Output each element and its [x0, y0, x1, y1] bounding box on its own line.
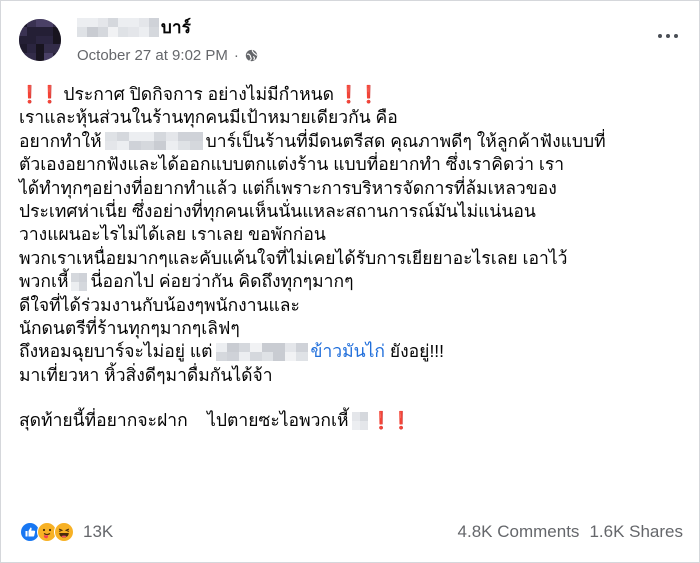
post-stats: 4.8K Comments 1.6K Shares	[458, 522, 683, 542]
post-line: สุดท้ายนี้ที่อยากจะฝาก ไปตายซะไอพวกเหี้ …	[19, 409, 689, 432]
poster-name[interactable]: บาร์	[77, 15, 191, 39]
post-timestamp[interactable]: October 27 at 9:02 PM	[77, 47, 228, 64]
post-footer: 13K 4.8K Comments 1.6K Shares	[19, 517, 683, 547]
post-line: เราและหุ้นส่วนในร้านทุกคนมีเป้าหมายเดียว…	[19, 106, 689, 129]
exclamation-icon: ❗❗	[337, 85, 379, 104]
post-line-text: เราและหุ้นส่วนในร้านทุกคนมีเป้าหมายเดียว…	[19, 107, 398, 128]
more-options-dot	[666, 34, 670, 38]
post-line: อยากทำให้ บาร์เป็นร้านที่มีดนตรีสด คุณภา…	[19, 130, 689, 153]
post-line: ได้ทำทุกๆอย่างที่อยากทำแล้ว แต่ก็เพราะกา…	[19, 177, 689, 200]
post-line-text: มาเที่ยวหา หิ้วสิ่งดีๆมาดื่มกันได้จ้า	[19, 364, 273, 385]
post-line-text: นี่ออกไป ค่อยว่ากัน คิดถึงทุกๆมากๆ	[90, 271, 354, 292]
more-options-button[interactable]	[651, 23, 685, 49]
post-line-text: ได้ทำทุกๆอย่างที่อยากทำแล้ว แต่ก็เพราะกา…	[19, 177, 557, 198]
reaction-count[interactable]: 13K	[83, 522, 113, 542]
post-line-text: ประเทศห่าเนี่ย ซึ่งอย่างที่ทุกคนเห็นนั่น…	[19, 200, 536, 221]
post-line-text: ถึงหอมฉุยบาร์จะไม่อยู่ แต่	[19, 341, 213, 362]
redacted-mosaic	[71, 272, 88, 291]
poster-name-text[interactable]: บาร์	[161, 14, 191, 41]
facebook-post-card: บาร์ October 27 at 9:02 PM · ❗❗ ประกาศ ป…	[0, 0, 700, 563]
redacted-mosaic	[104, 132, 203, 151]
post-line-text: ดีใจที่ได้ร่วมงานกับน้องๆพนักงานและ	[19, 294, 300, 315]
post-line: พวกเหี้ นี่ออกไป ค่อยว่ากัน คิดถึงทุกๆมา…	[19, 270, 689, 293]
post-line: ถึงหอมฉุยบาร์จะไม่อยู่ แต่ ข้าวมันไก่ ยั…	[19, 340, 689, 363]
post-line: ประเทศห่าเนี่ย ซึ่งอย่างที่ทุกคนเห็นนั่น…	[19, 200, 689, 223]
post-body: ❗❗ ประกาศ ปิดกิจการ อย่างไม่มีกำหนด ❗❗ เ…	[19, 83, 689, 432]
mention-link[interactable]: ข้าวมันไก่	[311, 340, 386, 363]
meta-separator: ·	[233, 46, 239, 64]
post-line: นักดนตรีที่ร้านทุกๆมากๆเลิฟๆ	[19, 317, 689, 340]
exclamation-icon: ❗❗	[370, 411, 412, 431]
comments-count[interactable]: 4.8K Comments	[458, 522, 580, 542]
more-options-dot	[674, 34, 678, 38]
post-header: บาร์ October 27 at 9:02 PM ·	[1, 1, 700, 71]
redacted-mosaic	[215, 342, 308, 361]
avatar[interactable]	[19, 19, 61, 61]
post-line: ดีใจที่ได้ร่วมงานกับน้องๆพนักงานและ	[19, 294, 689, 317]
post-line: วางแผนอะไรไม่ได้เลย เราเลย ขอพักก่อน	[19, 223, 689, 246]
post-line: มาเที่ยวหา หิ้วสิ่งดีๆมาดื่มกันได้จ้า	[19, 364, 689, 387]
redacted-name-mosaic	[77, 17, 159, 37]
post-line: พวกเราเหนื่อยมากๆและคับแค้นใจที่ไม่เคยได…	[19, 247, 689, 270]
shares-count[interactable]: 1.6K Shares	[589, 522, 683, 542]
post-line: ตัวเองอยากฟังและได้ออกแบบตกแต่งร้าน แบบท…	[19, 153, 689, 176]
globe-icon[interactable]	[245, 49, 258, 62]
post-line-text: บาร์เป็นร้านที่มีดนตรีสด คุณภาพดีๆ ให้ลู…	[205, 130, 606, 151]
more-options-dot	[658, 34, 662, 38]
post-line-text: อยากทำให้	[19, 130, 102, 151]
post-line-text: พวกเหี้	[19, 271, 69, 292]
haha-icon	[54, 522, 74, 542]
post-line-text: นักดนตรีที่ร้านทุกๆมากๆเลิฟๆ	[19, 317, 240, 338]
reactions-summary[interactable]: 13K	[19, 521, 113, 543]
post-line: ❗❗ ประกาศ ปิดกิจการ อย่างไม่มีกำหนด ❗❗	[19, 83, 689, 106]
post-meta: October 27 at 9:02 PM ·	[77, 45, 258, 65]
redacted-mosaic	[351, 411, 368, 430]
post-line-text: วางแผนอะไรไม่ได้เลย เราเลย ขอพักก่อน	[19, 224, 326, 245]
post-line-text: ยังอยู่!!!	[385, 341, 445, 362]
post-line-text: ประกาศ ปิดกิจการ อย่างไม่มีกำหนด	[63, 84, 334, 104]
post-line-text: สุดท้ายนี้ที่อยากจะฝาก ไปตายซะไอพวกเหี้	[19, 410, 349, 431]
post-line-text: พวกเราเหนื่อยมากๆและคับแค้นใจที่ไม่เคยได…	[19, 247, 568, 268]
post-line-text: ตัวเองอยากฟังและได้ออกแบบตกแต่งร้าน แบบท…	[19, 154, 565, 175]
exclamation-icon: ❗❗	[19, 85, 60, 104]
